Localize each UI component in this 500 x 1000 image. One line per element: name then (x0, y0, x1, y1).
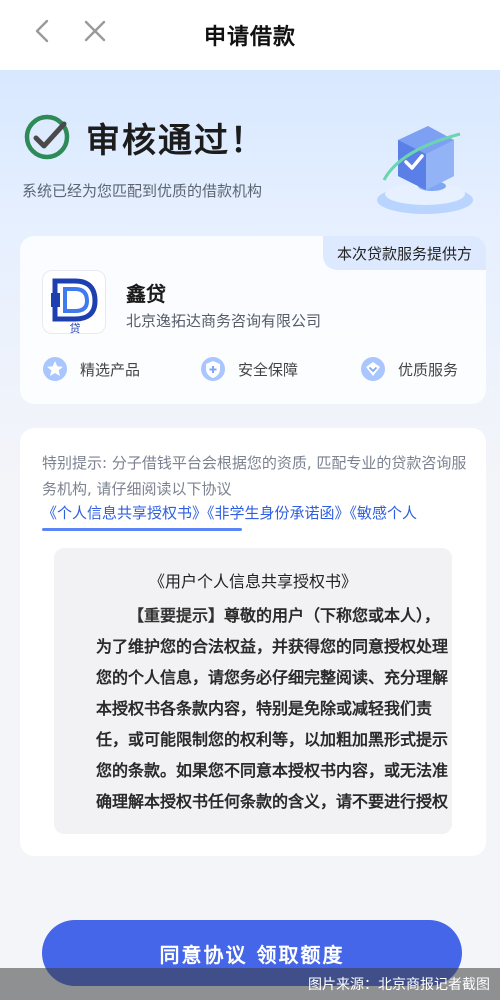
agreement-notice: 特别提示: 分子借钱平台会根据您的资质, 匹配专业的贷款咨询服务机构, 请仔细阅… (42, 454, 467, 498)
image-source-watermark: 图片来源：北京商报记者截图 (0, 968, 500, 1000)
heart-badge-icon (361, 357, 385, 381)
document-body: 【重要提示】尊敬的用户（下称您或本人），为了维护您的合法权益，并获得您的同意授权… (96, 600, 452, 817)
star-badge-icon (43, 357, 67, 381)
document-title: 《用户个人信息共享授权书》 (148, 572, 357, 591)
feature-quality-service: 优质服务 (360, 356, 458, 382)
approval-title: 审核通过！ (86, 120, 266, 161)
navbar: 申请借款 (0, 0, 500, 70)
provider-card: 本次贷款服务提供方 贷 鑫贷 北京逸拓达商务咨询有限公司 精选产品 安全保障 优… (20, 236, 486, 404)
brand-logo-text: 贷 (70, 321, 81, 335)
document-text: 尊敬的用户（下称您或本人），为了维护您的合法权益，并获得您的同意授权处理您的个人… (96, 606, 449, 811)
status-row: 审核通过！ (22, 112, 266, 162)
link-personal-info-authorization[interactable]: 《个人信息共享授权书》 (42, 504, 207, 522)
provider-tag: 本次贷款服务提供方 (322, 236, 486, 270)
link-non-student-commitment[interactable]: 《非学生身份承诺函》 (207, 504, 350, 522)
brand-name: 鑫贷 (126, 282, 166, 306)
approval-illustration-icon (377, 126, 473, 214)
check-circle-icon (24, 114, 70, 160)
brand-company: 北京逸拓达商务咨询有限公司 (126, 312, 322, 330)
shield-plus-icon (201, 357, 225, 381)
document-important-tag: 【重要提示】 (128, 606, 225, 625)
brand-logo: 贷 (42, 270, 106, 335)
feature-label: 安全保障 (238, 360, 299, 379)
agreement-document-preview[interactable]: 《用户个人信息共享授权书》 【重要提示】尊敬的用户（下称您或本人），为了维护您的… (54, 548, 452, 834)
feature-label: 优质服务 (398, 360, 459, 379)
link-sensitive-personal[interactable]: 《敏感个人 (350, 504, 418, 522)
back-arrow-icon[interactable] (28, 16, 58, 46)
brand-logo-icon: 贷 (51, 278, 98, 335)
approval-subtitle: 系统已经为您匹配到优质的借款机构 (22, 182, 263, 200)
page-title: 申请借款 (203, 25, 296, 50)
feature-security: 安全保障 (200, 356, 298, 382)
links-scroll-indicator (42, 528, 242, 531)
feature-label: 精选产品 (80, 360, 141, 379)
agreement-links: 《个人信息共享授权书》《非学生身份承诺函》《敏感个人 (42, 502, 486, 523)
feature-selected-products: 精选产品 (42, 356, 140, 382)
close-icon[interactable] (80, 16, 110, 46)
